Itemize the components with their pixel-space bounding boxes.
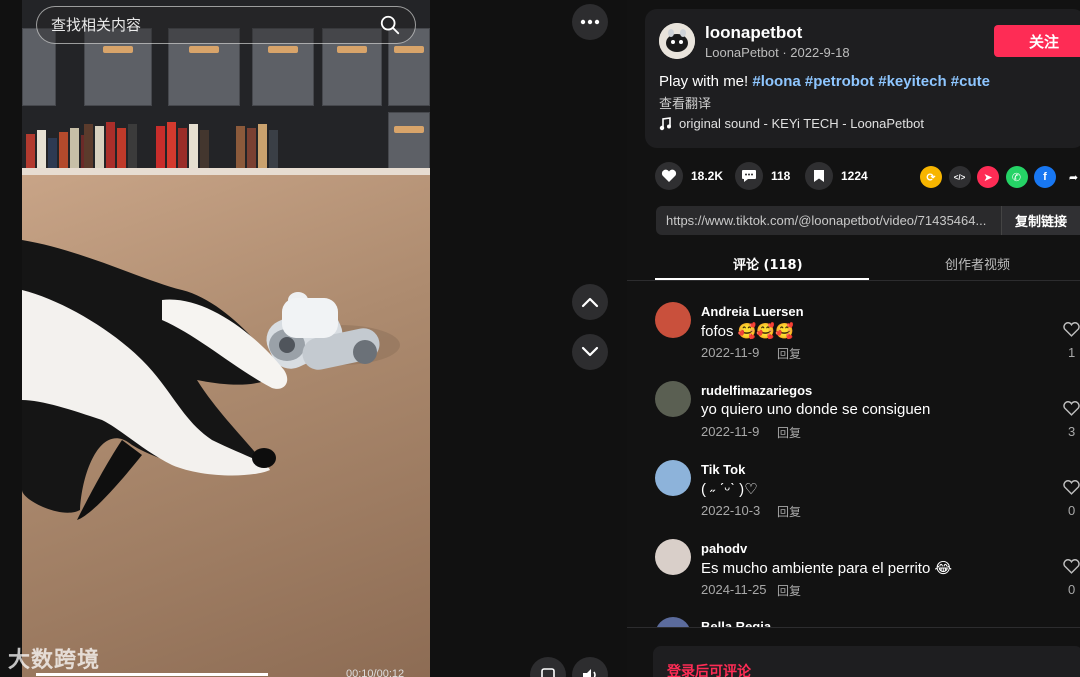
video-player[interactable] bbox=[22, 0, 430, 677]
comment-text: Es mucho ambiente para el perrito 😂 bbox=[701, 560, 952, 577]
tab-divider bbox=[627, 280, 1080, 281]
comment-date: 2024-11-25 bbox=[701, 582, 767, 597]
chevron-up-icon bbox=[581, 297, 599, 308]
embed-icon[interactable]: </> bbox=[948, 166, 971, 188]
comment-item: Andreia Luersen fofos 🥰🥰🥰 2022-11-9 回复 1 bbox=[655, 302, 1080, 372]
bookmark-count: 1224 bbox=[841, 169, 868, 183]
commenter-avatar[interactable] bbox=[655, 460, 691, 496]
robot-avatar-icon bbox=[659, 23, 695, 59]
comment-text: fofos 🥰🥰🥰 bbox=[701, 323, 794, 340]
comment-date: 2022-11-9 bbox=[701, 345, 760, 360]
comment-item: Tik Tok ( ˶ ˊᵕˋ )♡ 2022-10-3 回复 0 bbox=[655, 460, 1080, 530]
hashtag-link[interactable]: #keyitech bbox=[878, 73, 946, 90]
video-url[interactable]: https://www.tiktok.com/@loonapetbot/vide… bbox=[666, 213, 986, 228]
comment-like-count: 0 bbox=[1068, 582, 1076, 597]
music-label: original sound - KEYi TECH - LoonaPetbot bbox=[679, 116, 924, 131]
chevron-down-icon bbox=[581, 346, 599, 357]
search-box[interactable] bbox=[36, 6, 416, 44]
tab-comments[interactable]: 评论 (118) bbox=[733, 254, 803, 273]
tab-creator-videos[interactable]: 创作者视频 bbox=[945, 254, 1010, 273]
login-to-comment-link[interactable]: 登录后可评论 bbox=[667, 661, 751, 677]
music-row[interactable]: original sound - KEYi TECH - LoonaPetbot bbox=[659, 116, 924, 131]
bookmark-icon[interactable] bbox=[805, 162, 833, 190]
follow-button[interactable]: 关注 bbox=[994, 25, 1080, 57]
previous-video-button[interactable] bbox=[572, 284, 608, 320]
comment-like-count: 3 bbox=[1068, 424, 1076, 439]
video-link-box: https://www.tiktok.com/@loonapetbot/vide… bbox=[656, 206, 1080, 235]
heart-icon[interactable] bbox=[655, 162, 683, 190]
more-options-button[interactable] bbox=[572, 4, 608, 40]
comment-stat[interactable]: 118 bbox=[735, 162, 790, 190]
author-username[interactable]: loonapetbot bbox=[705, 23, 802, 43]
author-meta: LoonaPetbot · 2022-9-18 bbox=[705, 45, 850, 60]
comment-icon[interactable] bbox=[735, 162, 763, 190]
video-scene-dog-and-robot bbox=[22, 240, 400, 520]
login-to-comment-box[interactable]: 登录后可评论 bbox=[653, 646, 1080, 677]
music-note-icon bbox=[659, 116, 671, 130]
commenter-username[interactable]: pahodv bbox=[701, 541, 747, 556]
commenter-avatar[interactable] bbox=[655, 381, 691, 417]
whatsapp-icon[interactable]: ✆ bbox=[1005, 166, 1028, 188]
comment-like-count: 1 bbox=[1068, 345, 1076, 360]
like-count: 18.2K bbox=[691, 169, 724, 183]
commenter-username[interactable]: Andreia Luersen bbox=[701, 304, 804, 319]
comment-text: yo quiero uno donde se consiguen bbox=[701, 401, 931, 418]
repost-icon[interactable]: ⟳ bbox=[920, 166, 942, 188]
ellipsis-icon bbox=[580, 19, 600, 25]
video-caption: Play with me! #loona #petrobot #keyitech… bbox=[659, 73, 990, 90]
commenter-username[interactable]: rudelfimazariegos bbox=[701, 383, 812, 398]
next-video-button[interactable] bbox=[572, 334, 608, 370]
comment-like-heart-icon[interactable] bbox=[1063, 322, 1080, 339]
watermark: 大数跨境 bbox=[8, 648, 101, 673]
comment-text: ( ˶ ˊᵕˋ )♡ bbox=[701, 481, 758, 498]
send-to-friends-icon[interactable]: ➤ bbox=[977, 166, 999, 188]
facebook-icon[interactable]: f bbox=[1034, 166, 1056, 188]
hashtag-link[interactable]: #cute bbox=[951, 73, 990, 90]
reply-link[interactable]: 回复 bbox=[777, 582, 801, 599]
hashtag-link[interactable]: #loona bbox=[752, 73, 800, 90]
comment-date: 2022-11-9 bbox=[701, 424, 760, 439]
reply-link[interactable]: 回复 bbox=[777, 424, 801, 441]
hashtag-link[interactable]: #petrobot bbox=[805, 73, 874, 90]
comment-footer: 登录后可评论 bbox=[627, 627, 1080, 677]
copy-link-button[interactable]: 复制链接 bbox=[1001, 206, 1080, 235]
comment-like-heart-icon[interactable] bbox=[1063, 480, 1080, 497]
speaker-icon bbox=[583, 669, 596, 677]
comment-date: 2022-10-3 bbox=[701, 503, 761, 518]
see-translation-link[interactable]: 查看翻译 bbox=[659, 93, 711, 112]
comment-like-count: 0 bbox=[1068, 503, 1076, 518]
picture-in-picture-button[interactable] bbox=[530, 657, 566, 677]
bookmark-stat[interactable]: 1224 bbox=[805, 162, 868, 190]
comment-like-heart-icon[interactable] bbox=[1063, 559, 1080, 576]
comment-item: rudelfimazariegos yo quiero uno donde se … bbox=[655, 381, 1080, 451]
picture-in-picture-icon bbox=[541, 668, 555, 677]
search-icon[interactable] bbox=[379, 14, 401, 36]
video-area: 大数跨境 00:10/00:12 bbox=[0, 0, 627, 677]
commenter-username[interactable]: Tik Tok bbox=[701, 462, 745, 477]
caption-text: Play with me! bbox=[659, 73, 749, 90]
video-progress-bar[interactable] bbox=[36, 673, 268, 676]
search-input[interactable] bbox=[51, 16, 379, 34]
reply-link[interactable]: 回复 bbox=[777, 345, 801, 362]
volume-button[interactable] bbox=[572, 657, 608, 677]
comment-like-heart-icon[interactable] bbox=[1063, 401, 1080, 418]
like-stat[interactable]: 18.2K bbox=[655, 162, 723, 190]
comment-item: pahodv Es mucho ambiente para el perrito … bbox=[655, 539, 1080, 609]
commenter-avatar[interactable] bbox=[655, 302, 691, 338]
reply-link[interactable]: 回复 bbox=[777, 503, 801, 520]
comment-count: 118 bbox=[771, 169, 791, 183]
video-info-card: loonapetbot LoonaPetbot · 2022-9-18 关注 P… bbox=[645, 9, 1080, 148]
time-readout: 00:10/00:12 bbox=[346, 668, 405, 677]
commenter-avatar[interactable] bbox=[655, 539, 691, 575]
author-avatar[interactable] bbox=[659, 23, 695, 59]
